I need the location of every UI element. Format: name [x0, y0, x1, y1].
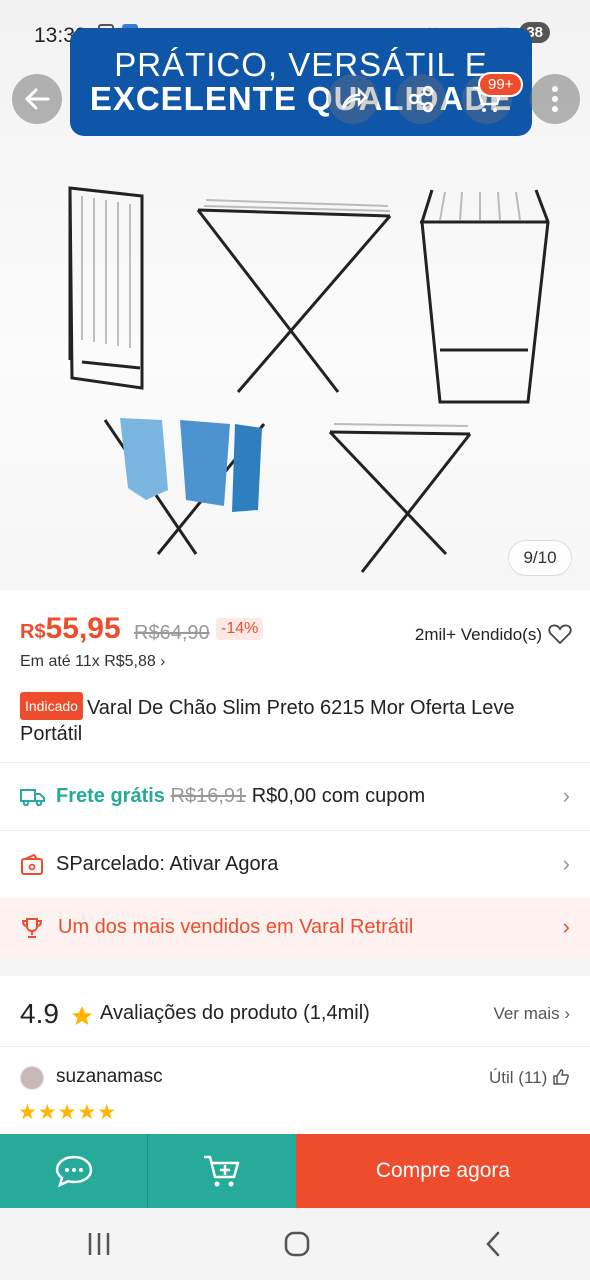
chevron-right-icon: ›	[562, 783, 570, 808]
promo-banner: PRÁTICO, VERSÁTIL E EXCELENTE QUALIDADE	[70, 28, 532, 136]
sold-count: 2mil+ Vendido(s)	[414, 625, 542, 644]
product-image-carousel[interactable]: 13:39 oo ✕ ≋ ▂▄▆ 38 PRÁTICO, VERSÁTIL E …	[0, 0, 590, 590]
product-page: 13:39 oo ✕ ≋ ▂▄▆ 38 PRÁTICO, VERSÁTIL E …	[0, 0, 590, 1280]
buy-now-button[interactable]: Compre agora	[296, 1134, 590, 1208]
share-arrow-icon	[341, 86, 368, 109]
home-icon[interactable]	[283, 1230, 311, 1258]
chevron-right-icon: ›	[562, 914, 570, 939]
thumbs-up-icon	[553, 1069, 569, 1085]
truck-icon	[20, 789, 45, 807]
star-icon	[72, 1006, 92, 1025]
image-counter: 9/10	[508, 540, 572, 576]
chat-button[interactable]	[0, 1134, 148, 1208]
banner-line-1: PRÁTICO, VERSÁTIL E	[114, 46, 488, 83]
top-seller-row[interactable]: Um dos mais vendidos em Varal Retrátil ›	[0, 898, 590, 958]
add-to-cart-icon	[204, 1155, 240, 1187]
social-share-button[interactable]	[396, 74, 446, 124]
price-currency: R$	[20, 621, 46, 643]
shipping-info: Frete grátis R$16,91 R$0,00 com cupom	[56, 785, 425, 808]
chevron-right-icon: ›	[562, 851, 570, 876]
more-options-button[interactable]	[530, 74, 580, 124]
rating-score: 4.9	[20, 998, 59, 1029]
indicado-tag: Indicado	[20, 692, 83, 720]
wallet-icon	[21, 853, 43, 875]
see-more-link[interactable]: Ver mais ›	[493, 1004, 570, 1024]
sparcelado-label: SParcelado: Ativar Agora	[56, 853, 279, 875]
see-more-label: Ver mais	[493, 1004, 560, 1023]
shipping-new-price: R$0,00 com cupom	[251, 785, 426, 807]
free-shipping-label: Frete grátis	[56, 785, 165, 807]
back-button[interactable]	[12, 74, 62, 124]
reviews-title-text: Avaliações do produto	[100, 1002, 298, 1024]
chat-icon	[55, 1155, 92, 1188]
product-info: R$55,95 R$64,90 -14% 2mil+ Vendido(s) Em…	[0, 590, 590, 762]
trophy-icon	[21, 918, 43, 938]
useful-label: Útil (11)	[489, 1068, 548, 1087]
reviews-title: Avaliações do produto (1,4mil)	[100, 1002, 370, 1025]
shipping-old-price: R$16,91	[170, 785, 247, 807]
recent-apps-icon[interactable]	[85, 1231, 113, 1257]
top-seller-label: Um dos mais vendidos em Varal Retrátil	[58, 916, 414, 938]
heart-icon[interactable]	[548, 623, 572, 645]
shipping-row[interactable]: Frete grátis R$16,91 R$0,00 com cupom ›	[0, 762, 590, 830]
chevron-right-icon: ›	[160, 653, 166, 670]
original-price: R$64,90	[134, 622, 210, 644]
installments-link[interactable]: Em até 11x R$5,88 ›	[20, 653, 165, 671]
more-vertical-icon	[552, 86, 558, 112]
system-nav-bar	[0, 1208, 590, 1280]
add-to-cart-button[interactable]	[148, 1134, 296, 1208]
product-title: Indicado Varal De Chão Slim Preto 6215 Mo…	[20, 692, 576, 747]
installments-text: Em até 11x R$5,88	[20, 653, 156, 670]
share-nodes-icon	[408, 85, 434, 113]
avatar	[20, 1066, 44, 1090]
sparcelado-row[interactable]: SParcelado: Ativar Agora ›	[0, 830, 590, 898]
reviewer-name: suzanamasc	[56, 1066, 163, 1087]
chevron-right-icon: ›	[564, 1004, 570, 1023]
current-price: R$55,95	[20, 612, 121, 646]
share-button[interactable]	[328, 74, 378, 124]
nav-back-icon[interactable]	[481, 1230, 505, 1258]
price-value: 55,95	[45, 612, 121, 645]
buy-now-label: Compre agora	[375, 1159, 511, 1182]
reviews-section: 4.9 Avaliações do produto (1,4mil) Ver m…	[0, 976, 590, 1134]
cart-count-badge: 99+	[478, 72, 524, 97]
reviews-count: (1,4mil)	[303, 1002, 370, 1024]
bottom-action-bar: Compre agora	[0, 1134, 590, 1208]
divider	[0, 1046, 590, 1047]
useful-button[interactable]: Útil (11)	[489, 1068, 570, 1088]
review-stars: ★★★★★	[18, 1101, 118, 1124]
discount-badge: -14%	[216, 618, 264, 640]
arrow-left-icon	[24, 88, 50, 110]
product-title-text: Varal De Chão Slim Preto 6215 Mor Oferta…	[20, 697, 515, 745]
